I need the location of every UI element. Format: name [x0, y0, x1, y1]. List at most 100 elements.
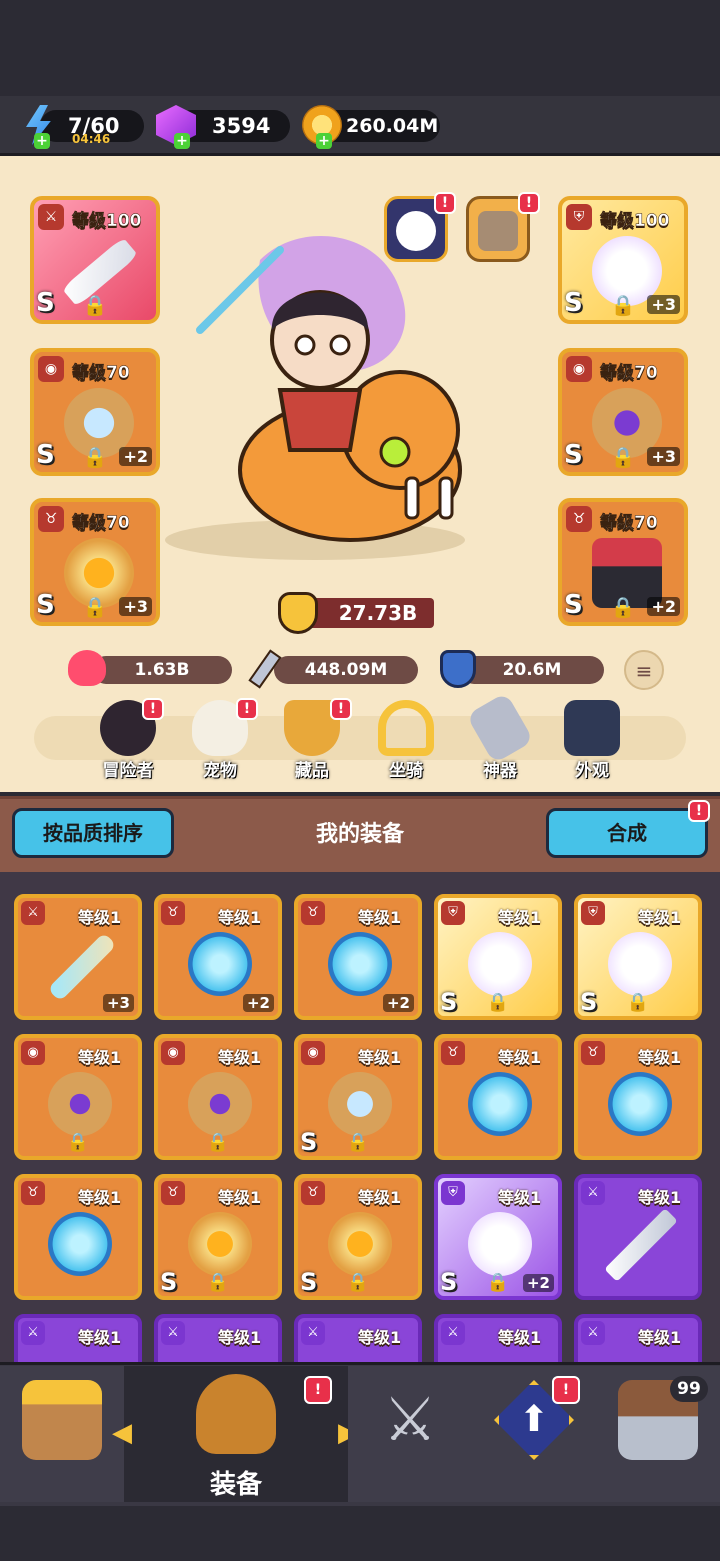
ring-icon: ◉	[161, 1041, 185, 1065]
necklace-icon: ♉	[38, 506, 64, 532]
item-level: 等级1	[358, 1328, 402, 1347]
item-level: 等级1	[78, 908, 122, 927]
inventory-item[interactable]: ⚔ 等级1 +3	[14, 894, 142, 1020]
inventory-item[interactable]: ⚔ 等级1	[574, 1174, 702, 1300]
item-level: 等级1	[498, 908, 542, 927]
outfit-icon	[564, 700, 620, 756]
hp-value: 1.63B	[134, 660, 190, 680]
lock-icon: 🔒	[206, 1132, 230, 1153]
equipped-necklace-slot-2[interactable]: ♉ 等级70 S 🔒 +2	[558, 498, 688, 626]
item-level: 等级1	[78, 1048, 122, 1067]
inventory-item[interactable]: ♉ 等级1 S 🔒	[154, 1174, 282, 1300]
lock-icon: 🔒	[346, 1272, 370, 1293]
inventory-item[interactable]: ◉ 等级1 🔒	[14, 1034, 142, 1160]
nav-appearance-label: 外观	[575, 761, 609, 781]
nav-artifact[interactable]: 神器	[460, 692, 540, 784]
slot-level: 等级70	[72, 363, 130, 384]
inventory-item[interactable]: ♉ 等级1 +2	[154, 894, 282, 1020]
equipped-ring-slot[interactable]: ◉ 等级70 S 🔒 +2	[30, 348, 160, 476]
sword-icon: ⚔	[441, 1321, 465, 1345]
shield-icon	[440, 650, 476, 688]
shop-tab[interactable]	[0, 1366, 124, 1502]
sword-icon: ⚔	[581, 1181, 605, 1205]
tier-tag: S	[564, 440, 583, 470]
nav-appearance[interactable]: 外观	[552, 700, 632, 784]
inventory-item[interactable]: ♉ 等级1	[14, 1174, 142, 1300]
lock-icon: 🔒	[82, 595, 108, 619]
tier-tag: S	[580, 988, 598, 1016]
armor-icon: ⛨	[441, 901, 465, 925]
plus-level: +2	[647, 597, 680, 616]
plus-level: +3	[647, 295, 680, 314]
inventory-item[interactable]: ⛨ 等级1 S +2 🔒	[434, 1174, 562, 1300]
equipped-armor-slot[interactable]: ⛨ 等级100 S 🔒 +3	[558, 196, 688, 324]
item-level: 等级1	[218, 1328, 262, 1347]
item-level: 等级1	[78, 1328, 122, 1347]
combat-power: 27.73B	[308, 598, 434, 628]
crossed-swords-icon: ⚔	[383, 1385, 437, 1455]
battle-tab[interactable]: ⚔	[348, 1366, 472, 1502]
inventory-item[interactable]: ♉ 等级1	[574, 1034, 702, 1160]
armor-icon: ⛨	[441, 1181, 465, 1205]
crystal-ring-art	[328, 1072, 392, 1136]
item-level: 等级1	[358, 908, 402, 927]
slot-level: 等级100	[600, 211, 670, 232]
pet-badge: !	[236, 698, 258, 720]
sort-by-quality-button[interactable]: 按品质排序	[12, 808, 174, 858]
lock-icon: 🔒	[486, 992, 510, 1013]
inventory-item[interactable]: ♉ 等级1 S 🔒	[294, 1174, 422, 1300]
energy-counter: 7/60 04:46	[40, 110, 144, 146]
ghost-pet-icon	[396, 211, 436, 251]
item-level: 等级1	[498, 1048, 542, 1067]
item-level: 等级1	[358, 1048, 402, 1067]
lock-icon: 🔒	[82, 445, 108, 469]
necklace-icon: ♉	[21, 1181, 45, 1205]
merge-button[interactable]: 合成	[546, 808, 708, 858]
ring-icon: ◉	[566, 356, 592, 382]
stats-detail-button[interactable]: ≡	[624, 650, 664, 690]
knight-mount-icon	[478, 211, 518, 251]
sword-icon: ⚔	[161, 1321, 185, 1345]
tier-tag: S	[300, 1128, 318, 1156]
inventory-item[interactable]: ♉ 等级1 +2	[294, 894, 422, 1020]
inventory-item[interactable]: ⛨ 等级1 S 🔒	[574, 894, 702, 1020]
equipped-ring-slot-2[interactable]: ◉ 等级70 S 🔒 +3	[558, 348, 688, 476]
hp-stat: 1.63B	[92, 656, 232, 684]
item-level: 等级1	[638, 908, 682, 927]
plus-level: +3	[119, 597, 152, 616]
inventory-item[interactable]: ◉ 等级1 🔒	[154, 1034, 282, 1160]
heart-icon	[68, 650, 106, 686]
shop-icon	[22, 1380, 102, 1460]
item-level: 等级1	[218, 1188, 262, 1207]
nav-pet-label: 宠物	[203, 761, 237, 781]
inventory-item[interactable]: ⛨ 等级1 S 🔒	[434, 894, 562, 1020]
inventory-item[interactable]: ◉ 等级1 S 🔒	[294, 1034, 422, 1160]
cape-art	[468, 1212, 532, 1276]
status-bar-area	[0, 0, 720, 96]
sword-icon: ⚔	[21, 901, 45, 925]
add-energy-button[interactable]: +	[34, 133, 50, 149]
helmet-icon	[196, 1374, 276, 1454]
cape-art	[608, 932, 672, 996]
equipped-weapon-slot[interactable]: ⚔ 等级100 S 🔒	[30, 196, 160, 324]
nav-mount[interactable]: 坐骑	[366, 700, 446, 784]
ring-icon: ◉	[301, 1041, 325, 1065]
equipped-necklace-slot[interactable]: ♉ 等级70 S 🔒 +3	[30, 498, 160, 626]
lock-icon: 🔒	[610, 445, 636, 469]
ring-art	[188, 1072, 252, 1136]
attack-value: 448.09M	[304, 660, 388, 680]
item-level: 等级1	[638, 1188, 682, 1207]
plus-level: +2	[522, 1274, 554, 1292]
nav-mount-label: 坐骑	[389, 761, 423, 781]
ring-icon: ◉	[21, 1041, 45, 1065]
hero-on-tiger-mount[interactable]	[150, 220, 480, 570]
chevron-left-icon[interactable]: ◀	[112, 1418, 132, 1448]
lock-icon: 🔒	[626, 992, 650, 1013]
add-gold-button[interactable]: +	[316, 133, 332, 149]
plus-level: +2	[242, 994, 274, 1012]
plus-level: +3	[102, 994, 134, 1012]
defense-value: 20.6M	[502, 660, 562, 680]
add-gems-button[interactable]: +	[174, 133, 190, 149]
inventory-item[interactable]: ♉ 等级1	[434, 1034, 562, 1160]
lock-icon: 🔒	[610, 595, 636, 619]
